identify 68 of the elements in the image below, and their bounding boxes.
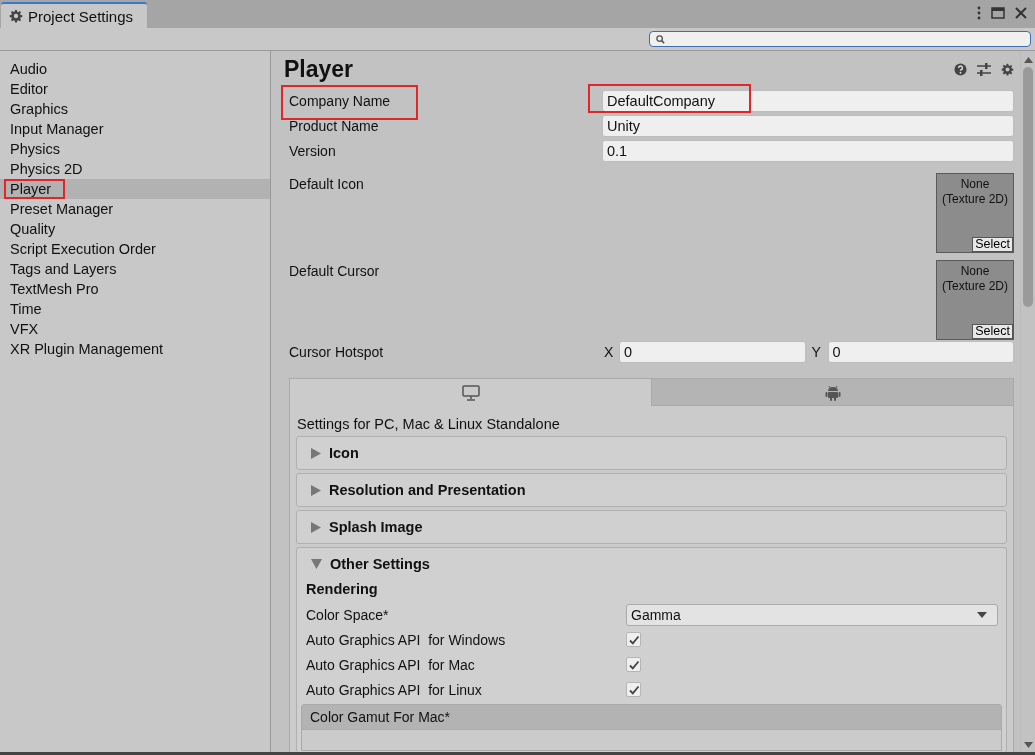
- axis-label: Y: [810, 343, 822, 360]
- field-label: Version: [289, 142, 336, 159]
- field-label: Auto Graphics API for Linux: [306, 681, 483, 698]
- number-field[interactable]: 0: [827, 340, 1014, 363]
- section-foldout[interactable]: Icon: [297, 437, 1006, 469]
- sidebar-item[interactable]: VFX: [0, 319, 270, 339]
- scroll-up-icon[interactable]: [1023, 57, 1033, 63]
- search-field[interactable]: [649, 31, 1031, 47]
- scroll-down-icon[interactable]: [1023, 742, 1033, 748]
- android-icon: [824, 383, 841, 401]
- section-foldout[interactable]: Splash Image: [297, 511, 1006, 543]
- monitor-icon: [461, 384, 480, 401]
- inspector-title: Player: [284, 56, 354, 83]
- text-field[interactable]: Unity: [602, 114, 1014, 137]
- sidebar-item[interactable]: Time: [0, 299, 270, 319]
- settings-icon[interactable]: [1001, 63, 1014, 76]
- field-label: Color Space*: [306, 606, 390, 623]
- sidebar-item[interactable]: Physics: [0, 139, 270, 159]
- sliders-icon[interactable]: [977, 63, 991, 76]
- collapsed-arrow-icon: [311, 447, 321, 459]
- select-button[interactable]: Select: [972, 237, 1013, 252]
- sidebar-item[interactable]: Editor: [0, 79, 270, 99]
- field-label: Company Name: [289, 92, 391, 109]
- section-foldout[interactable]: Other Settings: [297, 548, 1006, 580]
- help-icon[interactable]: [954, 63, 967, 76]
- sidebar-item[interactable]: Script Execution Order: [0, 239, 270, 259]
- sidebar-item[interactable]: Physics 2D: [0, 159, 270, 179]
- sidebar-item[interactable]: Input Manager: [0, 119, 270, 139]
- field-label: Product Name: [289, 117, 379, 134]
- sidebar-item[interactable]: Graphics: [0, 99, 270, 119]
- caret-icon: [977, 611, 987, 618]
- field-label: Auto Graphics API for Windows: [306, 631, 507, 648]
- group-heading: Rendering: [306, 580, 379, 599]
- search-icon: [656, 34, 665, 44]
- text-field[interactable]: DefaultCompany: [602, 89, 1014, 112]
- dropdown[interactable]: Gamma: [626, 603, 998, 626]
- sidebar-item[interactable]: Audio: [0, 59, 270, 79]
- close-icon[interactable]: [1015, 7, 1027, 19]
- axis-label: X: [603, 343, 615, 360]
- sidebar-item[interactable]: Tags and Layers: [0, 259, 270, 279]
- settings-icon: [9, 9, 23, 23]
- platform-caption: Settings for PC, Mac & Linux Standalone: [296, 415, 561, 434]
- expanded-arrow-icon: [311, 559, 322, 569]
- checkbox[interactable]: [626, 632, 641, 647]
- field-label: Auto Graphics API for Mac: [306, 656, 476, 673]
- collapsed-arrow-icon: [311, 484, 321, 496]
- texture-slot[interactable]: None (Texture 2D) Select: [936, 260, 1014, 340]
- window-tab[interactable]: Project Settings: [1, 2, 148, 28]
- section-foldout[interactable]: Resolution and Presentation: [297, 474, 1006, 506]
- sidebar-item[interactable]: TextMesh Pro: [0, 279, 270, 299]
- maximize-icon[interactable]: [991, 7, 1005, 19]
- texture-slot[interactable]: None (Texture 2D) Select: [936, 173, 1014, 253]
- field-label: Cursor Hotspot: [289, 343, 384, 360]
- sidebar-item[interactable]: Quality: [0, 219, 270, 239]
- sidebar-item[interactable]: Preset Manager: [0, 199, 270, 219]
- collapsed-arrow-icon: [311, 521, 321, 533]
- select-button[interactable]: Select: [972, 324, 1013, 339]
- list-header: Color Gamut For Mac*: [302, 705, 1001, 730]
- sidebar-item[interactable]: Player: [0, 179, 270, 199]
- scrollbar-thumb[interactable]: [1023, 67, 1033, 307]
- sidebar-item[interactable]: XR Plugin Management: [0, 339, 270, 359]
- more-icon[interactable]: [977, 6, 981, 20]
- field-label: Default Cursor: [289, 263, 380, 279]
- checkbox[interactable]: [626, 682, 641, 697]
- text-field[interactable]: 0.1: [602, 139, 1014, 162]
- checkbox[interactable]: [626, 657, 641, 672]
- number-field[interactable]: 0: [619, 340, 806, 363]
- field-label: Default Icon: [289, 176, 364, 192]
